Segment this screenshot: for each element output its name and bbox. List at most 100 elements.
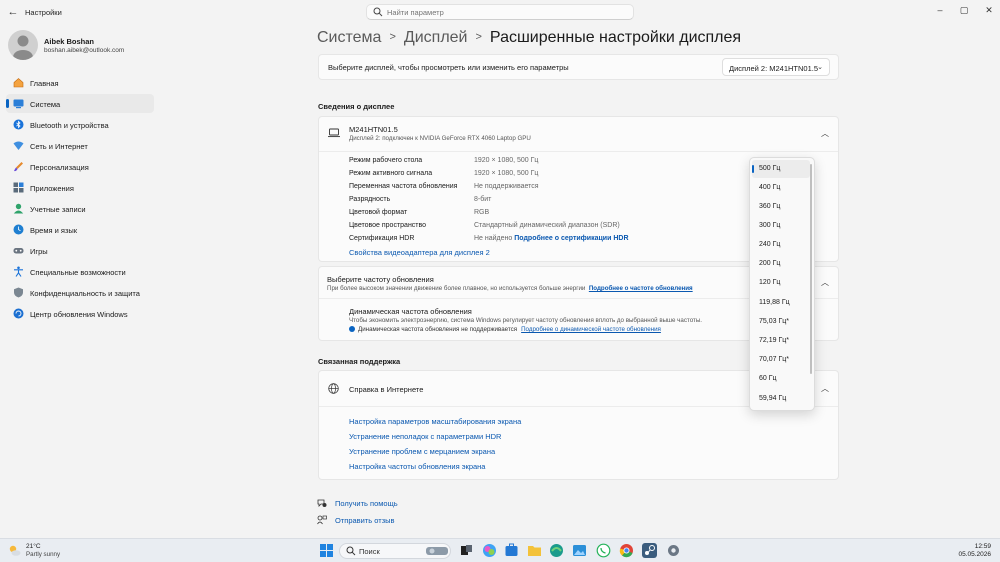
option-label: 400 Гц [759,184,781,191]
maximize-button[interactable]: ▢ [957,4,971,16]
refresh-rate-option[interactable]: 59,94 Гц [752,390,810,408]
app-title: Настройки [25,8,62,17]
sidebar-item-privacy[interactable]: Конфиденциальность и защита [6,283,154,302]
refresh-rate-option[interactable]: 120 Гц [752,274,810,292]
laptop-icon [328,128,340,138]
sidebar-item-label: Игры [30,247,48,256]
sidebar-item-home[interactable]: Главная [6,73,154,92]
sidebar-item-system[interactable]: Система [6,94,154,113]
spec-value: 1920 × 1080, 500 Гц [474,157,539,164]
refresh-rate-option[interactable]: 119,88 Гц [752,294,810,312]
sidebar-item-label: Сеть и Интернет [30,142,88,151]
option-label: 120 Гц [759,279,781,286]
sidebar-item-bluetooth[interactable]: Bluetooth и устройства [6,115,154,134]
sidebar-item-label: Приложения [30,184,74,193]
chevron-up-icon[interactable]: ︿ [821,277,829,288]
option-label: 60 Гц [759,375,777,382]
refresh-rate-option[interactable]: 400 Гц [752,179,810,197]
clock-date[interactable]: 05.05.2026 [958,551,991,558]
avatar[interactable] [8,30,38,60]
search-icon [346,546,356,556]
dynamic-refresh-status: Динамическая частота обновления не подде… [358,326,518,333]
refresh-rate-option[interactable]: 300 Гц [752,217,810,235]
photos-icon[interactable] [572,543,587,558]
chevron-right-icon: > [475,31,482,43]
sidebar-item-accounts[interactable]: Учетные записи [6,199,154,218]
display-select-label: Выберите дисплей, чтобы просмотреть или … [328,63,569,72]
spec-value: Не найдено Подробнее о сертификации HDR [474,235,629,242]
globe-clock-icon [13,224,24,235]
refresh-rate-option[interactable]: 60 Гц [752,370,810,388]
breadcrumb-item-system[interactable]: Система [317,29,381,46]
support-link[interactable]: Устранение проблем с мерцанием экрана [349,447,495,456]
refresh-rate-option[interactable]: 75,03 Гц* [752,313,810,331]
search-input[interactable] [387,6,627,18]
chevron-down-icon: ⌄ [817,64,823,71]
store-icon[interactable] [504,543,519,558]
help-icon [317,499,327,507]
sidebar-item-apps[interactable]: Приложения [6,178,154,197]
refresh-rate-option[interactable]: 70,07 Гц* [752,351,810,369]
hdr-certification-link[interactable]: Подробнее о сертификации HDR [514,235,628,242]
refresh-rate-learn-more-link[interactable]: Подробнее о частоте обновления [589,285,693,292]
dropdown-scrollbar[interactable] [810,164,812,374]
spec-key: Цветовое пространство [349,222,427,229]
display-select-dropdown[interactable]: Дисплей 2: M241HTN01.5 ⌄ [722,58,830,76]
support-link[interactable]: Настройка частоты обновления экрана [349,462,485,471]
breadcrumb-item-display[interactable]: Дисплей [404,29,468,46]
info-dot-icon [349,326,355,332]
refresh-rate-title: Выберите частоту обновления [327,275,434,284]
refresh-rate-option[interactable]: 72,19 Гц* [752,332,810,350]
whatsapp-icon[interactable] [596,543,611,558]
adapter-properties-link[interactable]: Свойства видеоадаптера для дисплея 2 [349,248,490,257]
breadcrumb: Система > Дисплей > Расширенные настройки ди… [317,29,741,47]
sidebar-item-time-language[interactable]: Время и язык [6,220,154,239]
refresh-rate-option[interactable]: 200 Гц [752,255,810,273]
back-arrow-icon[interactable]: ← [6,5,20,19]
task-view-icon[interactable] [459,543,474,558]
weather-description: Partly sunny [26,551,61,558]
sidebar-item-windows-update[interactable]: Центр обновления Windows [6,304,154,323]
search-icon [373,7,383,17]
sidebar-item-personalization[interactable]: Персонализация [6,157,154,176]
clock-time[interactable]: 12:59 [975,543,991,550]
taskbar-search-label: Поиск [359,547,380,556]
taskbar-search[interactable]: Поиск [339,543,451,559]
support-link[interactable]: Устранение неполадок с параметрами HDR [349,432,501,441]
chrome-icon[interactable] [619,543,634,558]
weather-temperature: 21°C [26,543,41,550]
refresh-rate-option[interactable]: 500 Гц [752,160,810,178]
sidebar-item-gaming[interactable]: Игры [6,241,154,260]
chevron-up-icon[interactable]: ︿ [821,383,829,394]
steam-icon[interactable] [642,543,657,558]
display-info-header[interactable]: M241HTN01.5 Дисплей 2: подключен к NVIDI… [319,117,838,152]
option-label: 300 Гц [759,222,781,229]
sidebar-item-label: Время и язык [30,226,78,235]
settings-search-box[interactable] [366,4,634,20]
get-help-label: Получить помощь [335,499,398,508]
file-explorer-icon[interactable] [527,543,542,558]
support-link[interactable]: Настройка параметров масштабирования экр… [349,417,521,426]
globe-icon [328,383,339,394]
partly-sunny-icon [9,545,21,556]
display-select-value: Дисплей 2: M241HTN01.5 [729,64,819,73]
edge-browser-icon[interactable] [549,543,564,558]
sidebar-item-accessibility[interactable]: Специальные возможности [6,262,154,281]
sidebar-item-label: Главная [30,79,59,88]
monitor-name: M241HTN01.5 [349,125,398,134]
minimize-button[interactable]: – [933,4,947,16]
chevron-up-icon[interactable]: ︿ [821,128,829,139]
refresh-rate-option[interactable]: 360 Гц [752,198,810,216]
close-button[interactable]: ✕ [982,4,996,16]
system-icon [13,99,24,109]
page-title: Расширенные настройки дисплея [489,29,742,46]
sidebar-item-network[interactable]: Сеть и Интернет [6,136,154,155]
refresh-rate-option[interactable]: 240 Гц [752,236,810,254]
settings-gear-icon[interactable] [666,543,681,558]
shield-icon [14,287,23,298]
dynamic-refresh-link[interactable]: Подробнее о динамической частоте обновле… [521,326,661,333]
spec-key: Сертификация HDR [349,235,415,242]
copilot-icon[interactable] [482,543,497,558]
refresh-rate-dropdown-list[interactable]: 500 Гц 400 Гц 360 Гц 300 Гц 240 Гц 200 Г… [749,157,815,411]
windows-start-icon[interactable] [319,543,334,558]
